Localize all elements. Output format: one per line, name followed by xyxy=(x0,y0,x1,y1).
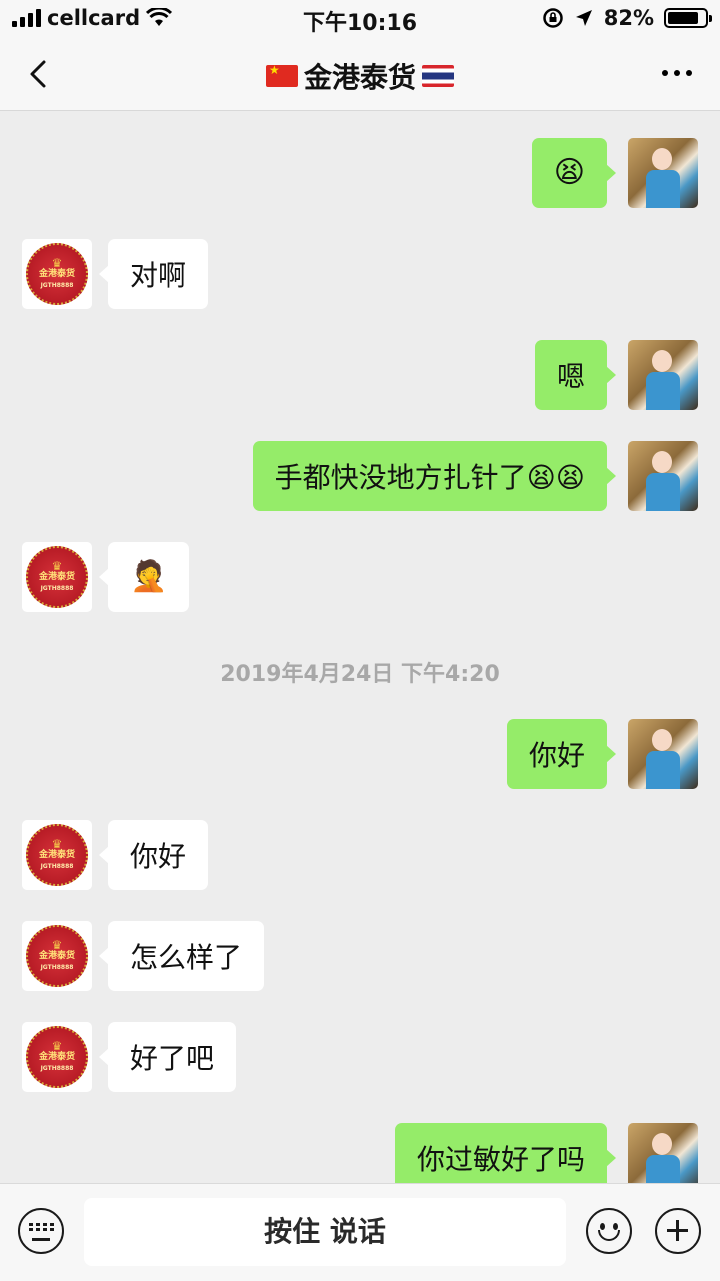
chat-title: 金港泰货 xyxy=(0,56,720,96)
store-logo-badge: ♛ 金港泰货 JGTH8888 xyxy=(26,925,88,987)
message-bubble-received[interactable]: 🤦 xyxy=(98,542,190,612)
my-avatar[interactable] xyxy=(628,1123,698,1183)
message-bubble-sent[interactable]: 你过敏好了吗 xyxy=(394,1123,617,1183)
message-bubble-sent[interactable]: 嗯 xyxy=(534,340,617,410)
hold-to-talk-button[interactable]: 按住 说话 xyxy=(84,1198,566,1266)
my-avatar[interactable] xyxy=(628,441,698,511)
rotation-lock-icon xyxy=(542,8,563,28)
chat-header: 金港泰货 xyxy=(0,40,720,111)
contact-avatar[interactable]: ♛ 金港泰货 JGTH8888 xyxy=(22,921,92,991)
keyboard-toggle-icon[interactable] xyxy=(18,1208,64,1254)
store-logo-badge: ♛ 金港泰货 JGTH8888 xyxy=(26,243,88,305)
add-more-icon[interactable] xyxy=(655,1208,701,1254)
status-bar: cellcard 下午10:16 82% xyxy=(0,0,720,40)
store-logo-badge: ♛ 金港泰货 JGTH8888 xyxy=(26,546,88,608)
contact-avatar[interactable]: ♛ 金港泰货 JGTH8888 xyxy=(22,542,92,612)
my-avatar[interactable] xyxy=(628,340,698,410)
status-right: 82% xyxy=(542,6,712,30)
message-bubble-received[interactable]: 怎么样了 xyxy=(98,921,265,991)
message-timestamp: 2019年4月24日 下午4:20 xyxy=(220,662,500,687)
emoji-icon[interactable] xyxy=(586,1208,632,1254)
message-bubble-sent[interactable]: 手都快没地方扎针了😫😫 xyxy=(252,441,617,511)
message-bubble-received[interactable]: 你好 xyxy=(98,820,209,890)
input-bar: 按住 说话 xyxy=(0,1183,720,1281)
message-bubble-sent[interactable]: 😫 xyxy=(531,138,617,208)
more-options-icon[interactable] xyxy=(662,70,692,76)
my-avatar[interactable] xyxy=(628,138,698,208)
battery-percent: 82% xyxy=(603,6,654,30)
thailand-flag-icon xyxy=(422,65,454,87)
message-bubble-sent[interactable]: 你好 xyxy=(506,719,617,789)
contact-avatar[interactable]: ♛ 金港泰货 JGTH8888 xyxy=(22,239,92,309)
message-bubble-received[interactable]: 好了吧 xyxy=(98,1022,237,1092)
my-avatar[interactable] xyxy=(628,719,698,789)
store-logo-badge: ♛ 金港泰货 JGTH8888 xyxy=(26,1026,88,1088)
store-logo-badge: ♛ 金港泰货 JGTH8888 xyxy=(26,824,88,886)
china-flag-icon xyxy=(265,63,298,87)
message-bubble-received[interactable]: 对啊 xyxy=(98,239,209,309)
location-arrow-icon xyxy=(575,10,592,26)
battery-icon xyxy=(664,8,712,28)
chat-title-text: 金港泰货 xyxy=(303,61,416,94)
contact-avatar[interactable]: ♛ 金港泰货 JGTH8888 xyxy=(22,1022,92,1092)
contact-avatar[interactable]: ♛ 金港泰货 JGTH8888 xyxy=(22,820,92,890)
message-list[interactable]: 😫 ♛ 金港泰货 JGTH8888 对啊 嗯 手都快没地方扎针了😫😫 ♛ 金港泰货 JG… xyxy=(0,111,720,1183)
